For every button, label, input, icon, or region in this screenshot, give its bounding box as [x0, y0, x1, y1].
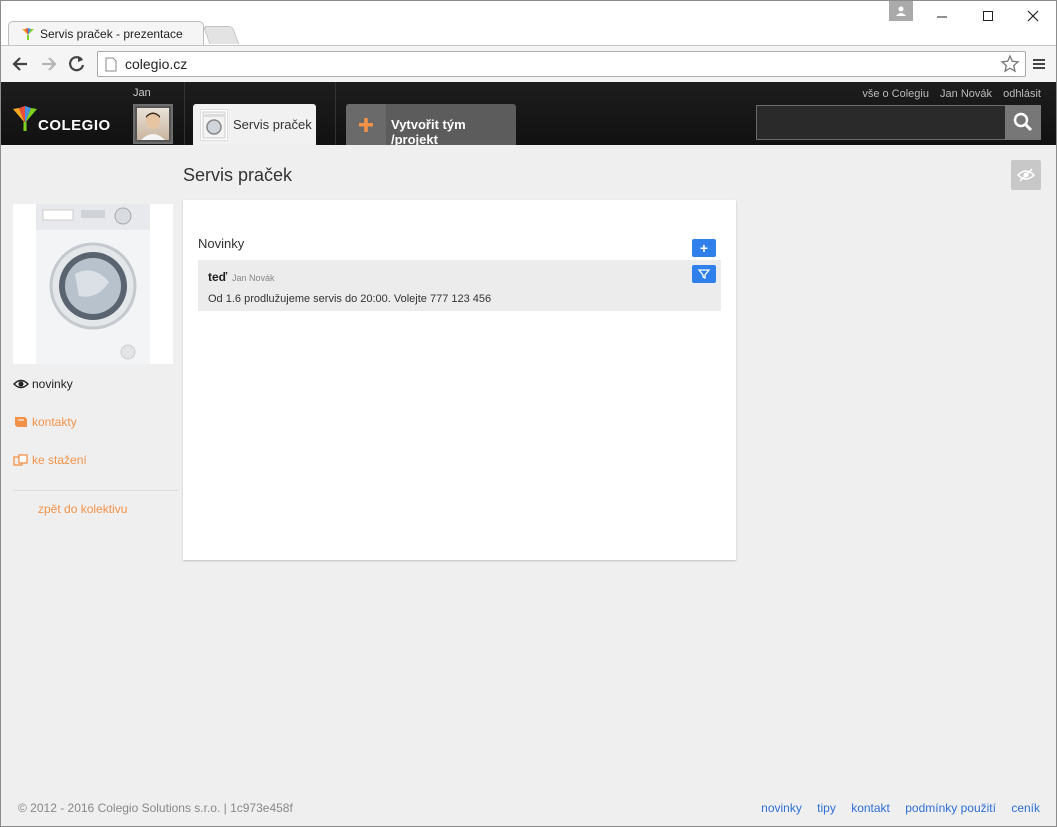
footer-link-kontakt[interactable]: kontakt	[851, 801, 890, 815]
sidebar-item-novinky[interactable]: novinky	[13, 377, 73, 391]
page-title: Servis praček	[183, 165, 293, 185]
copy-icon	[13, 454, 28, 466]
header-divider	[184, 82, 185, 145]
create-team-button[interactable]: Vytvořit tým /projekt	[346, 104, 516, 147]
news-card: Novinky + teď Jan Novák Od 1.6 prodlužuj…	[183, 200, 736, 560]
header-divider-2	[335, 82, 336, 145]
colegio-favicon-icon	[22, 28, 34, 40]
site-header: COLEGIO Jan Servis praček Vytvořit tým /…	[1, 82, 1056, 147]
browser-toolbar: colegio.cz	[1, 45, 1056, 82]
browser-window: Servis praček - prezentace colegio.cz CO…	[0, 0, 1057, 827]
news-text: Od 1.6 prodlužujeme servis do 20:00. Vol…	[208, 293, 492, 305]
user-profile-link[interactable]: Jan Novák	[940, 88, 992, 100]
sidebar-item-ke-stazeni[interactable]: ke stažení	[13, 453, 87, 467]
user-name: Jan	[133, 87, 151, 99]
title-bar: Servis praček - prezentace	[1, 1, 1056, 46]
bookmark-star-icon[interactable]	[1000, 54, 1020, 74]
footer-link-tipy[interactable]: tipy	[817, 801, 836, 815]
close-icon[interactable]	[1011, 3, 1055, 29]
user-avatar[interactable]	[133, 104, 173, 144]
maximize-icon[interactable]	[966, 3, 1010, 29]
filter-icon	[698, 269, 710, 279]
address-bar[interactable]: colegio.cz	[97, 51, 1026, 77]
profile-icon[interactable]	[889, 1, 913, 21]
back-to-collective-link[interactable]: zpět do kolektivu	[38, 502, 127, 516]
footer-links: novinky tipy kontakt podmínky použití ce…	[749, 801, 1040, 815]
forward-arrow-icon[interactable]	[39, 54, 59, 74]
reload-icon[interactable]	[67, 54, 87, 74]
eye-icon	[13, 379, 29, 389]
sidebar-item-label: ke stažení	[32, 453, 87, 467]
about-link[interactable]: vše o Colegiu	[862, 88, 929, 100]
team-tab-servis-pracek[interactable]: Servis praček	[193, 104, 316, 145]
page-icon	[105, 57, 117, 72]
visibility-toggle-button[interactable]	[1011, 160, 1041, 190]
search-icon	[1013, 112, 1033, 132]
sidebar-divider	[13, 490, 178, 491]
eye-slash-icon	[1017, 168, 1035, 182]
news-title: Novinky	[198, 236, 245, 251]
washing-machine-thumb	[200, 109, 228, 141]
new-tab-button[interactable]	[202, 26, 240, 44]
product-image	[13, 204, 173, 364]
colegio-logo-icon	[13, 106, 37, 131]
team-tab-label: Servis praček	[233, 117, 312, 132]
browser-tab[interactable]: Servis praček - prezentace	[8, 21, 204, 46]
news-options-button[interactable]	[692, 265, 716, 283]
news-time: teď	[208, 270, 228, 284]
news-item: teď Jan Novák Od 1.6 prodlužujeme servis…	[198, 260, 721, 311]
menu-icon[interactable]	[1031, 56, 1047, 72]
sidebar-item-kontakty[interactable]: kontakty	[13, 415, 77, 429]
search-input[interactable]	[756, 105, 1006, 140]
create-team-label: Vytvořit tým /projekt	[391, 117, 466, 147]
footer-copyright: © 2012 - 2016 Colegio Solutions s.r.o. |…	[18, 801, 293, 815]
footer-link-podminky[interactable]: podmínky použití	[905, 801, 996, 815]
logout-link[interactable]: odhlásit	[1003, 88, 1041, 100]
back-arrow-icon[interactable]	[10, 54, 30, 74]
logo-text: COLEGIO	[38, 117, 111, 134]
plus-icon	[346, 104, 386, 145]
search-button[interactable]	[1005, 105, 1041, 140]
sidebar-item-label: kontakty	[32, 415, 77, 429]
add-news-button[interactable]: +	[692, 239, 716, 257]
footer-link-cenik[interactable]: ceník	[1011, 801, 1040, 815]
minimize-icon[interactable]	[920, 3, 964, 29]
footer-link-novinky[interactable]: novinky	[761, 801, 802, 815]
news-author[interactable]: Jan Novák	[232, 273, 275, 283]
book-icon	[15, 417, 27, 427]
url-text[interactable]: colegio.cz	[125, 56, 187, 72]
tab-title: Servis praček - prezentace	[40, 27, 183, 41]
avatar-photo	[137, 108, 169, 140]
sidebar-item-label: novinky	[32, 377, 73, 391]
top-links: vše o Colegiu Jan Novák odhlásit	[854, 88, 1041, 100]
